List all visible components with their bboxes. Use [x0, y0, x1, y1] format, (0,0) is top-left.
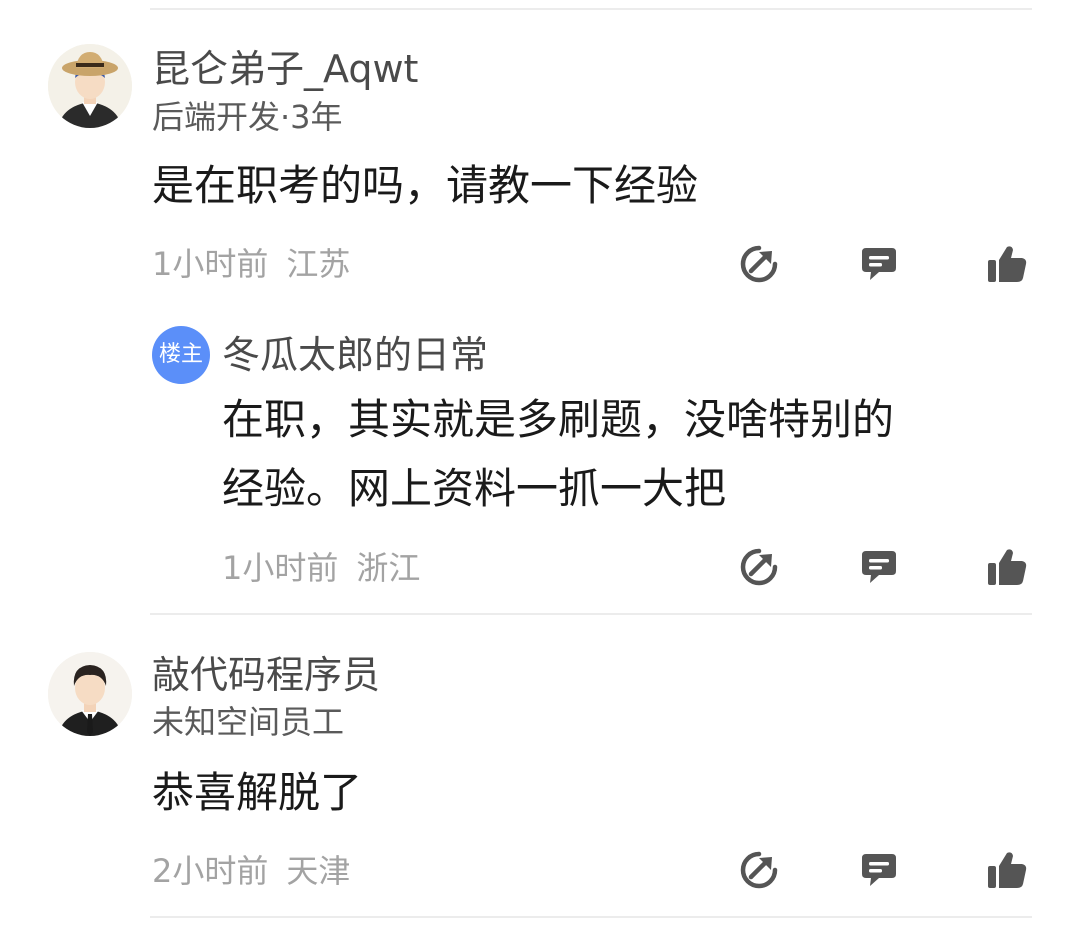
reply-username[interactable]: 冬瓜太郎的日常: [222, 336, 488, 374]
share-button[interactable]: [737, 848, 781, 892]
reply-button[interactable]: [857, 848, 901, 892]
reply-text-line2: 经验。网上资料一抓一大把: [222, 464, 727, 513]
divider-top: [150, 8, 1032, 10]
reply-meta: 1小时前 浙江: [222, 552, 420, 584]
reply-button[interactable]: [857, 545, 901, 589]
comment-meta: 1小时前 江苏: [152, 248, 350, 280]
comment-user-subtitle: 后端开发·3年: [152, 98, 343, 136]
comment-user-subtitle: 未知空间员工: [152, 703, 345, 741]
divider: [150, 916, 1032, 918]
comment-username[interactable]: 敲代码程序员: [152, 656, 380, 694]
comment-text: 是在职考的吗，请教一下经验: [152, 161, 699, 210]
op-badge: 楼主: [152, 326, 210, 384]
share-icon: [740, 548, 778, 586]
comment-meta: 2小时前 天津: [152, 855, 350, 887]
share-button[interactable]: [737, 242, 781, 286]
divider: [150, 613, 1032, 615]
reply-button[interactable]: [857, 242, 901, 286]
comment-icon: [862, 248, 896, 280]
comment-icon: [862, 854, 896, 886]
comment-icon: [862, 551, 896, 583]
comment-text: 恭喜解脱了: [152, 768, 363, 817]
thumbs-up-icon: [988, 246, 1027, 282]
comment-username[interactable]: 昆仑弟子_Aqwt: [152, 50, 418, 88]
share-icon: [740, 245, 778, 283]
like-button[interactable]: [985, 242, 1029, 286]
avatar[interactable]: [48, 44, 132, 128]
share-icon: [740, 851, 778, 889]
thumbs-up-icon: [988, 852, 1027, 888]
avatar-man-hat-icon: [48, 44, 132, 128]
reply-text-line1: 在职，其实就是多刷题，没啥特别的: [222, 395, 895, 444]
like-button[interactable]: [985, 545, 1029, 589]
comment-location: 江苏: [286, 245, 351, 283]
share-button[interactable]: [737, 545, 781, 589]
avatar-man-suit-icon: [48, 652, 132, 736]
comment-location: 天津: [286, 852, 351, 890]
reply-location: 浙江: [356, 549, 421, 587]
like-button[interactable]: [985, 848, 1029, 892]
thumbs-up-icon: [988, 549, 1027, 585]
reply-time: 1小时前: [222, 549, 339, 587]
avatar[interactable]: [48, 652, 132, 736]
comment-time: 2小时前: [152, 852, 269, 890]
comment-time: 1小时前: [152, 245, 269, 283]
